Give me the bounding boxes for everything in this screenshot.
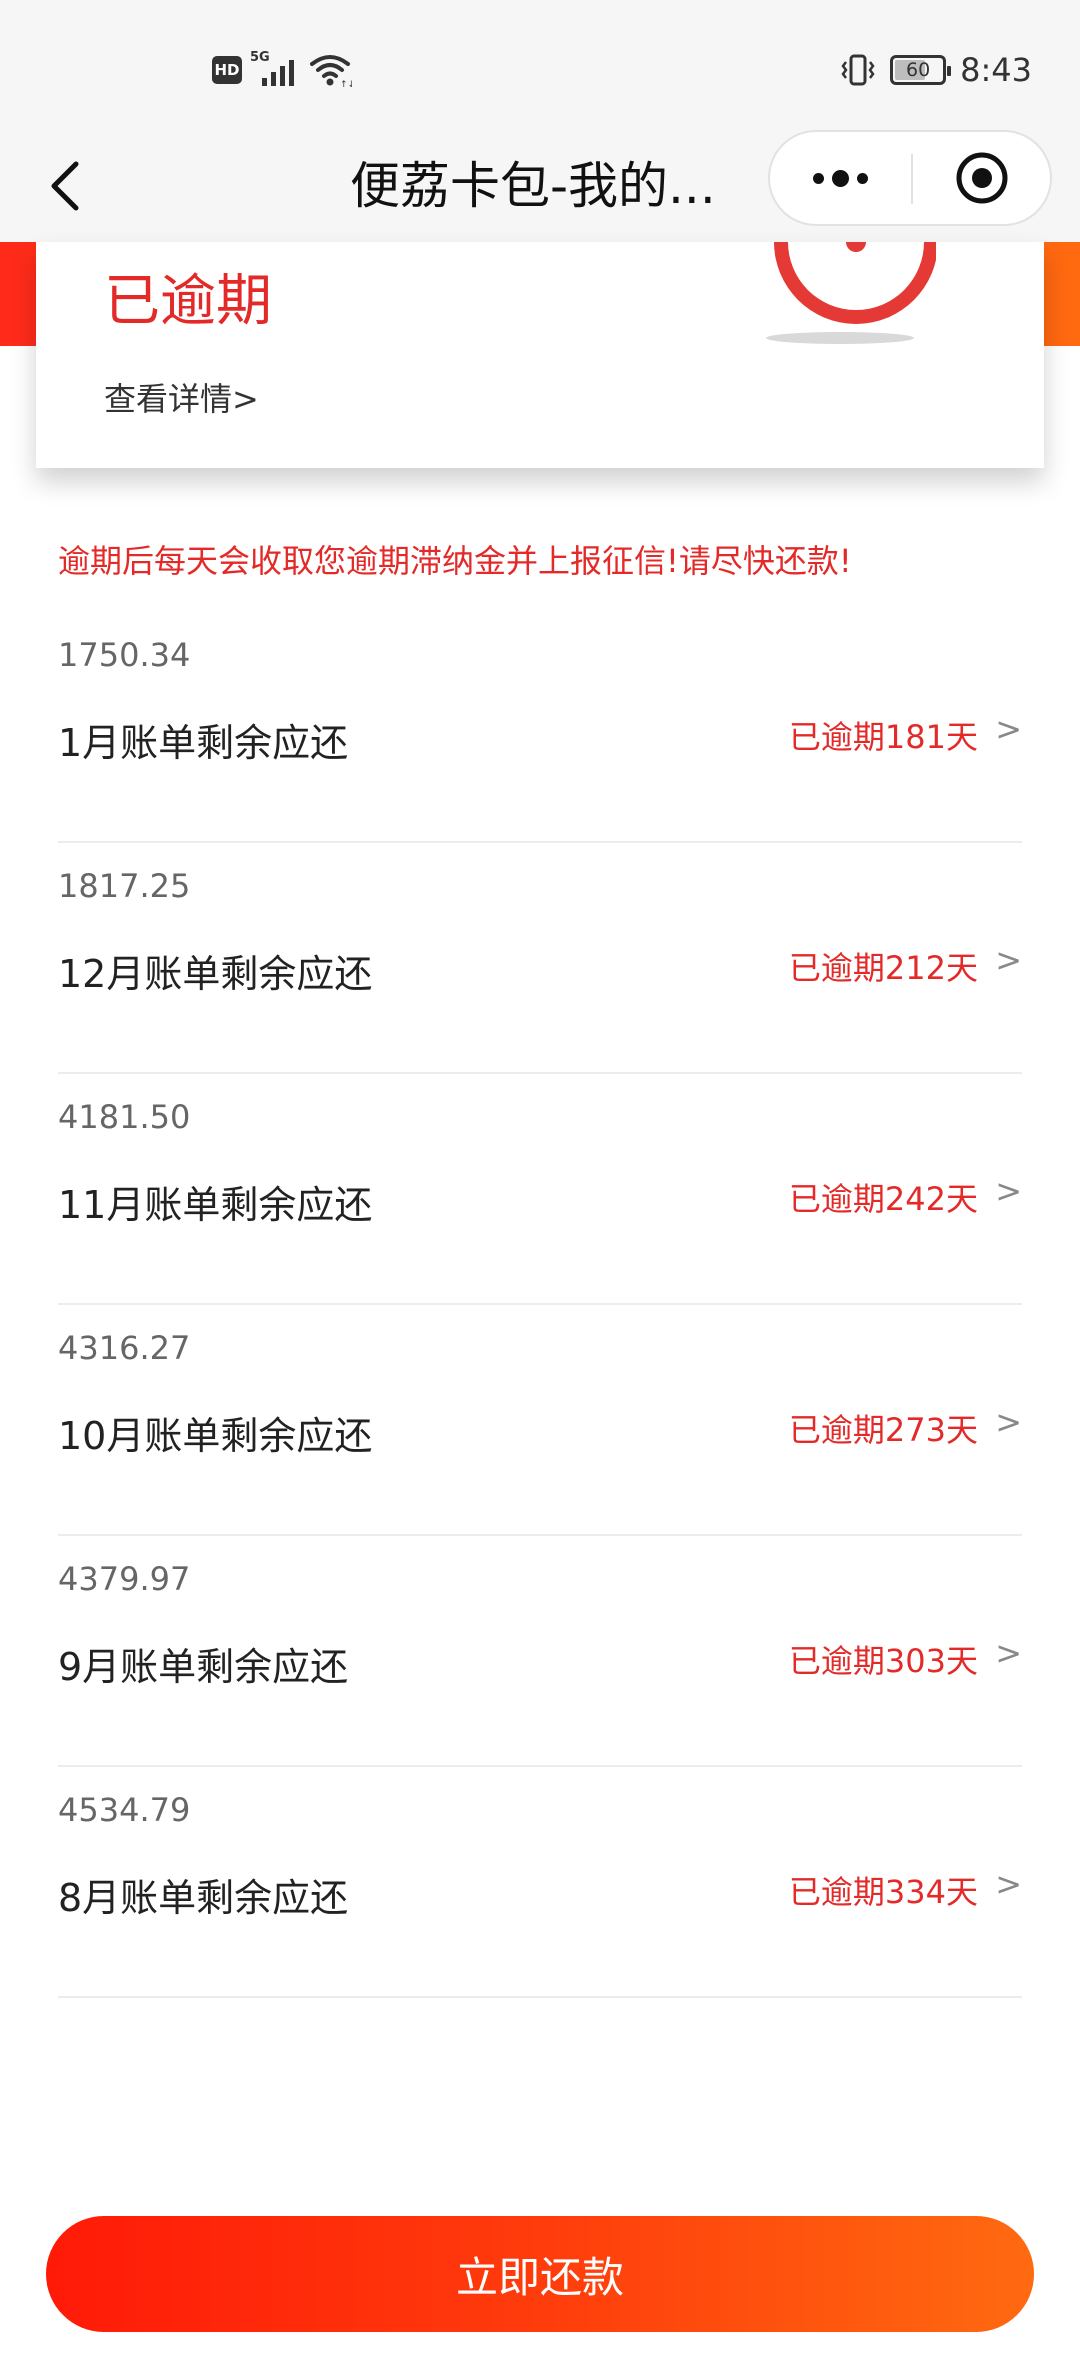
more-dots-icon (813, 172, 824, 184)
chevron-right-icon: > (995, 710, 1022, 748)
bill-overdue-status: 已逾期212天 (788, 949, 978, 987)
bill-amount: 4534.79 (58, 1791, 191, 1829)
more-dot-center (832, 169, 849, 187)
battery-level: 60 (906, 59, 931, 81)
signal-icon: 5G (250, 50, 300, 88)
pay-now-button[interactable]: 立即还款 (46, 2216, 1034, 2332)
view-details-link[interactable]: 查看详情> (104, 374, 259, 420)
nav-bar: 便荔卡包-我的... (0, 130, 1080, 242)
bill-item[interactable]: 1817.25 12月账单剩余应还 已逾期212天 > (58, 843, 1022, 1074)
target-icon (956, 152, 1008, 204)
bill-title: 8月账单剩余应还 (58, 1876, 349, 1920)
bill-title: 10月账单剩余应还 (58, 1414, 373, 1458)
chevron-right-icon: > (995, 1634, 1022, 1672)
vibrate-icon (841, 54, 875, 86)
status-bar-left: HD 5G ↑↓ (212, 50, 352, 90)
svg-text:↑↓: ↑↓ (340, 80, 352, 88)
bill-title: 1月账单剩余应还 (58, 721, 349, 765)
bill-overdue-status: 已逾期181天 (788, 718, 978, 756)
chevron-left-icon (51, 161, 79, 211)
bill-amount: 1750.34 (58, 636, 191, 674)
bill-title: 11月账单剩余应还 (58, 1183, 373, 1227)
overdue-status-label: 已逾期 (104, 269, 272, 334)
bill-item[interactable]: 4379.97 9月账单剩余应还 已逾期303天 > (58, 1536, 1022, 1767)
clock-illustration-icon (766, 242, 936, 344)
bill-overdue-status: 已逾期242天 (788, 1180, 978, 1218)
clock-time: 8:43 (960, 51, 1032, 89)
bill-amount: 1817.25 (58, 867, 191, 905)
status-bar: HD 5G ↑↓ 60 8:43 (0, 0, 1080, 130)
more-dot-right (857, 172, 868, 184)
wifi-icon: ↑↓ (310, 55, 352, 88)
bill-overdue-status: 已逾期273天 (788, 1411, 978, 1449)
mini-program-capsule (768, 130, 1052, 226)
close-mini-program-button[interactable] (913, 132, 1051, 224)
bill-item[interactable]: 1750.34 1月账单剩余应还 已逾期181天 > (58, 612, 1022, 843)
bill-item[interactable]: 4534.79 8月账单剩余应还 已逾期334天 > (58, 1767, 1022, 1998)
bill-amount: 4379.97 (58, 1560, 191, 1598)
hd-badge: HD (212, 56, 242, 84)
bill-overdue-status: 已逾期303天 (788, 1642, 978, 1680)
more-button[interactable] (770, 132, 911, 224)
bill-amount: 4181.50 (58, 1098, 191, 1136)
bill-overdue-status: 已逾期334天 (788, 1873, 978, 1911)
back-button[interactable] (30, 150, 102, 222)
battery-icon: 60 (890, 55, 952, 85)
bill-amount: 4316.27 (58, 1329, 191, 1367)
bill-list: 1750.34 1月账单剩余应还 已逾期181天 > 1817.25 12月账单… (58, 612, 1022, 1998)
overdue-warning-text: 逾期后每天会收取您逾期滞纳金并上报征信!请尽快还款! (58, 542, 852, 580)
bill-title: 12月账单剩余应还 (58, 952, 373, 996)
chevron-right-icon: > (995, 1403, 1022, 1441)
overdue-status-card: 已逾期 查看详情> (36, 242, 1044, 468)
chevron-right-icon: > (995, 1172, 1022, 1210)
bill-item[interactable]: 4316.27 10月账单剩余应还 已逾期273天 > (58, 1305, 1022, 1536)
bill-title: 9月账单剩余应还 (58, 1645, 349, 1689)
bill-item[interactable]: 4181.50 11月账单剩余应还 已逾期242天 > (58, 1074, 1022, 1305)
status-bar-right: 60 8:43 (840, 48, 1032, 92)
chevron-right-icon: > (995, 941, 1022, 979)
chevron-right-icon: > (995, 1865, 1022, 1903)
page-title: 便荔卡包-我的... (350, 157, 716, 215)
